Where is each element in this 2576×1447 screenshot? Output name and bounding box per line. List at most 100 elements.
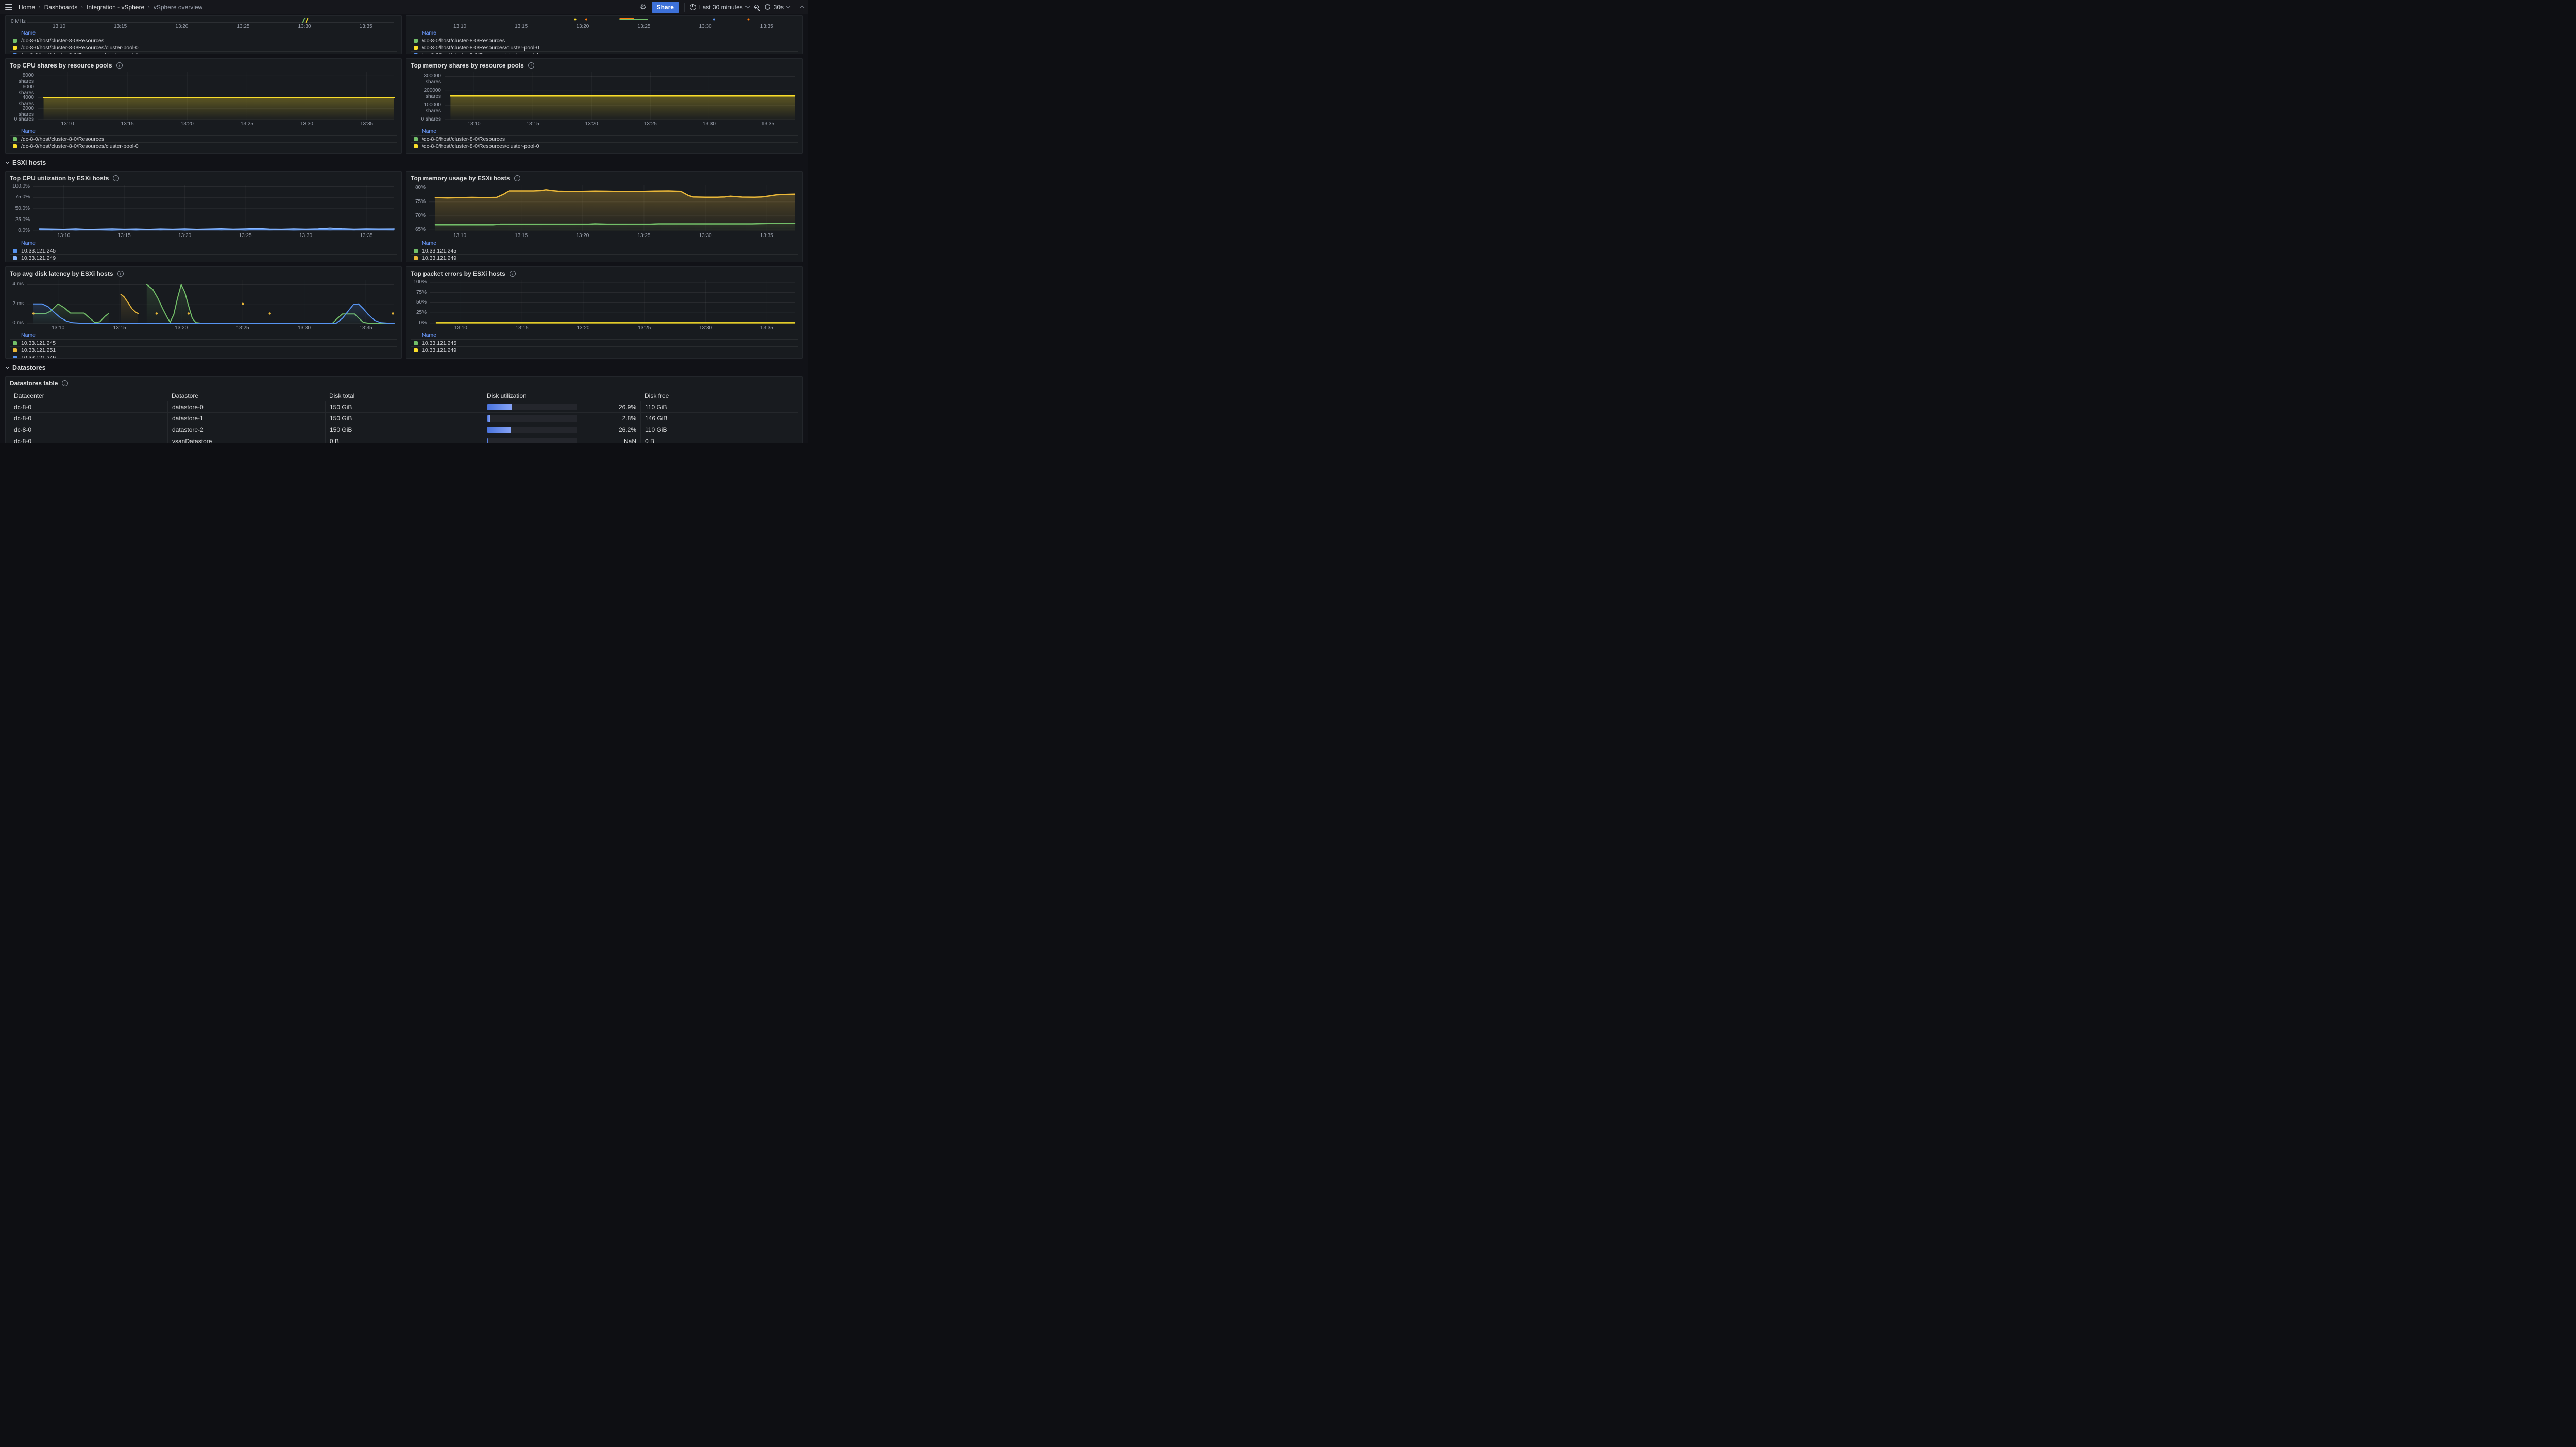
panel-title[interactable]: Top packet errors by ESXi hosts [411, 270, 505, 277]
legend-item[interactable]: /dc-8-0/host/cluster-8-0/Resources/clust… [10, 51, 397, 54]
disk-latency-chart[interactable]: 0 ms2 ms4 ms13:1013:1513:2013:2513:3013:… [10, 278, 397, 332]
legend-name-header[interactable]: Name [411, 29, 798, 37]
legend-item[interactable]: /dc-8-0/host/cluster-8-0/Resources/clust… [411, 51, 798, 54]
panel-title[interactable]: Top avg disk latency by ESXi hosts [10, 270, 113, 277]
legend-item[interactable]: 10.33.121.249 [10, 354, 397, 358]
legend-item[interactable]: /dc-8-0/host/cluster-8-0/Resources/clust… [411, 44, 798, 51]
legend-item[interactable]: /dc-8-0/host/cluster-8-0/Resources [411, 135, 798, 142]
x-axis-label: 13:25 [635, 325, 654, 331]
cpu-utilization-chart[interactable]: 0.0%25.0%50.0%75.0%100.0%13:1013:1513:20… [10, 183, 397, 240]
menu-icon[interactable] [4, 4, 13, 11]
cell-datacenter: dc-8-0 [10, 413, 167, 424]
info-icon[interactable]: i [514, 175, 520, 181]
panel-title[interactable]: Top memory shares by resource pools [411, 62, 524, 69]
x-axis-label: 13:25 [234, 24, 252, 29]
share-button[interactable]: Share [652, 2, 679, 13]
x-axis-label: 13:10 [451, 24, 469, 29]
cutoff-right-chart[interactable]: 13:1013:1513:2013:2513:3013:35 [411, 18, 798, 29]
table-row: dc-8-0datastore-1150 GiB2.8%146 GiB [10, 412, 798, 424]
cpu-shares-chart[interactable]: 0 shares2000 shares4000 shares6000 share… [10, 70, 397, 128]
collapse-controls-button[interactable] [801, 5, 804, 9]
series-color-chip [414, 53, 418, 54]
legend-name-header[interactable]: Name [10, 332, 397, 339]
memory-usage-chart[interactable]: 65%70%75%80%13:1013:1513:2013:2513:3013:… [411, 183, 798, 240]
y-axis-label: 0.0% [10, 228, 30, 234]
info-icon[interactable]: i [117, 271, 124, 277]
legend-name-header[interactable]: Name [10, 29, 397, 37]
legend-item[interactable]: 10.33.121.245 [10, 247, 397, 254]
y-axis-label: 100% [411, 279, 427, 285]
legend-item[interactable]: 10.33.121.245 [10, 339, 397, 346]
section-esxi-hosts[interactable]: ESXi hosts [6, 158, 802, 168]
panel-title[interactable]: Datastores table [10, 380, 58, 387]
x-axis-label: 13:15 [110, 325, 129, 331]
utilization-percent: 26.9% [577, 403, 636, 411]
cutoff-left-chart[interactable]: 0 MHz13:1013:1513:2013:2513:3013:35 [10, 18, 397, 29]
legend-name-header[interactable]: Name [10, 128, 397, 135]
breadcrumb-folder[interactable]: Integration - vSphere [87, 4, 144, 11]
legend-item[interactable]: /dc-8-0/host/cluster-8-0/Resources [10, 135, 397, 142]
x-axis-label: 13:30 [696, 233, 715, 239]
legend-name-header[interactable]: Name [411, 240, 798, 247]
info-icon[interactable]: i [510, 271, 516, 277]
legend-name-header[interactable]: Name [10, 240, 397, 247]
chevron-down-icon [6, 365, 9, 369]
x-axis-label: 13:30 [297, 121, 316, 127]
legend-item[interactable]: 10.33.121.251 [10, 346, 397, 354]
y-axis-label: 0% [411, 320, 427, 326]
column-header[interactable]: Datacenter [10, 390, 167, 401]
info-icon[interactable]: i [113, 175, 119, 181]
x-axis-label: 13:20 [176, 233, 194, 239]
breadcrumb-separator: › [81, 4, 83, 10]
info-icon[interactable]: i [116, 62, 123, 69]
x-axis-label: 13:25 [233, 325, 252, 331]
refresh-button[interactable]: 30s [764, 4, 790, 11]
column-header[interactable]: Disk total [325, 390, 483, 401]
legend-item[interactable]: /dc-8-0/host/cluster-8-0/Resources/clust… [10, 44, 397, 51]
zoom-out-button[interactable] [754, 5, 759, 9]
series-color-chip [13, 348, 17, 352]
legend-item[interactable]: 10.33.121.245 [411, 339, 798, 346]
packet-errors-chart[interactable]: 0%25%50%75%100%13:1013:1513:2013:2513:30… [411, 278, 798, 332]
info-icon[interactable]: i [62, 380, 68, 386]
column-header[interactable]: Disk utilization [483, 390, 640, 401]
info-icon[interactable]: i [528, 62, 534, 69]
utilization-bar-fill [487, 438, 488, 444]
panel-title[interactable]: Top CPU shares by resource pools [10, 62, 112, 69]
x-axis-label: 13:15 [111, 24, 130, 29]
panel-cutoff-left: 0 MHz13:1013:1513:2013:2513:3013:35 Name… [5, 15, 402, 54]
column-header[interactable]: Disk free [640, 390, 798, 401]
panel-packet-errors: Top packet errors by ESXi hosts i 0%25%5… [406, 266, 803, 359]
legend-item[interactable]: /dc-8-0/host/cluster-8-0/Resources/clust… [10, 142, 397, 149]
x-axis-label: 13:20 [582, 121, 601, 127]
breadcrumb-dashboards[interactable]: Dashboards [44, 4, 78, 11]
memory-shares-chart[interactable]: 0 shares100000 shares200000 shares300000… [411, 70, 798, 128]
legend-item[interactable]: 10.33.121.249 [411, 346, 798, 354]
panel-header: Top memory shares by resource pools i [411, 61, 798, 70]
cell-disk-free: 110 GiB [640, 401, 798, 412]
x-axis-label: 13:35 [357, 24, 375, 29]
legend-item[interactable]: 10.33.121.245 [411, 247, 798, 254]
legend-name-header[interactable]: Name [411, 128, 798, 135]
cell-disk-utilization: 26.9% [483, 401, 640, 412]
y-axis-label: 6000 shares [10, 84, 34, 96]
legend-item-label: 10.33.121.249 [21, 355, 56, 359]
x-axis-label: 13:10 [49, 325, 67, 331]
x-axis-label: 13:30 [700, 121, 718, 127]
panel-title[interactable]: Top CPU utilization by ESXi hosts [10, 175, 109, 182]
y-axis-label: 75.0% [10, 194, 30, 200]
legend-item[interactable]: 10.33.121.249 [10, 254, 397, 261]
legend-item[interactable]: /dc-8-0/host/cluster-8-0/Resources/clust… [411, 142, 798, 149]
panel-header: Top memory usage by ESXi hosts i [411, 174, 798, 183]
column-header[interactable]: Datastore [167, 390, 325, 401]
legend-item[interactable]: 10.33.121.249 [411, 254, 798, 261]
panel-title[interactable]: Top memory usage by ESXi hosts [411, 175, 510, 182]
dashboard-settings-icon[interactable]: ⚙ [640, 3, 647, 11]
x-axis-label: 13:25 [236, 233, 255, 239]
legend-item[interactable]: /dc-8-0/host/cluster-8-0/Resources [10, 37, 397, 44]
section-datastores[interactable]: Datastores [6, 363, 802, 373]
time-range-picker[interactable]: Last 30 minutes [690, 4, 749, 11]
breadcrumb-home[interactable]: Home [19, 4, 35, 11]
legend-name-header[interactable]: Name [411, 332, 798, 339]
legend-item[interactable]: /dc-8-0/host/cluster-8-0/Resources [411, 37, 798, 44]
